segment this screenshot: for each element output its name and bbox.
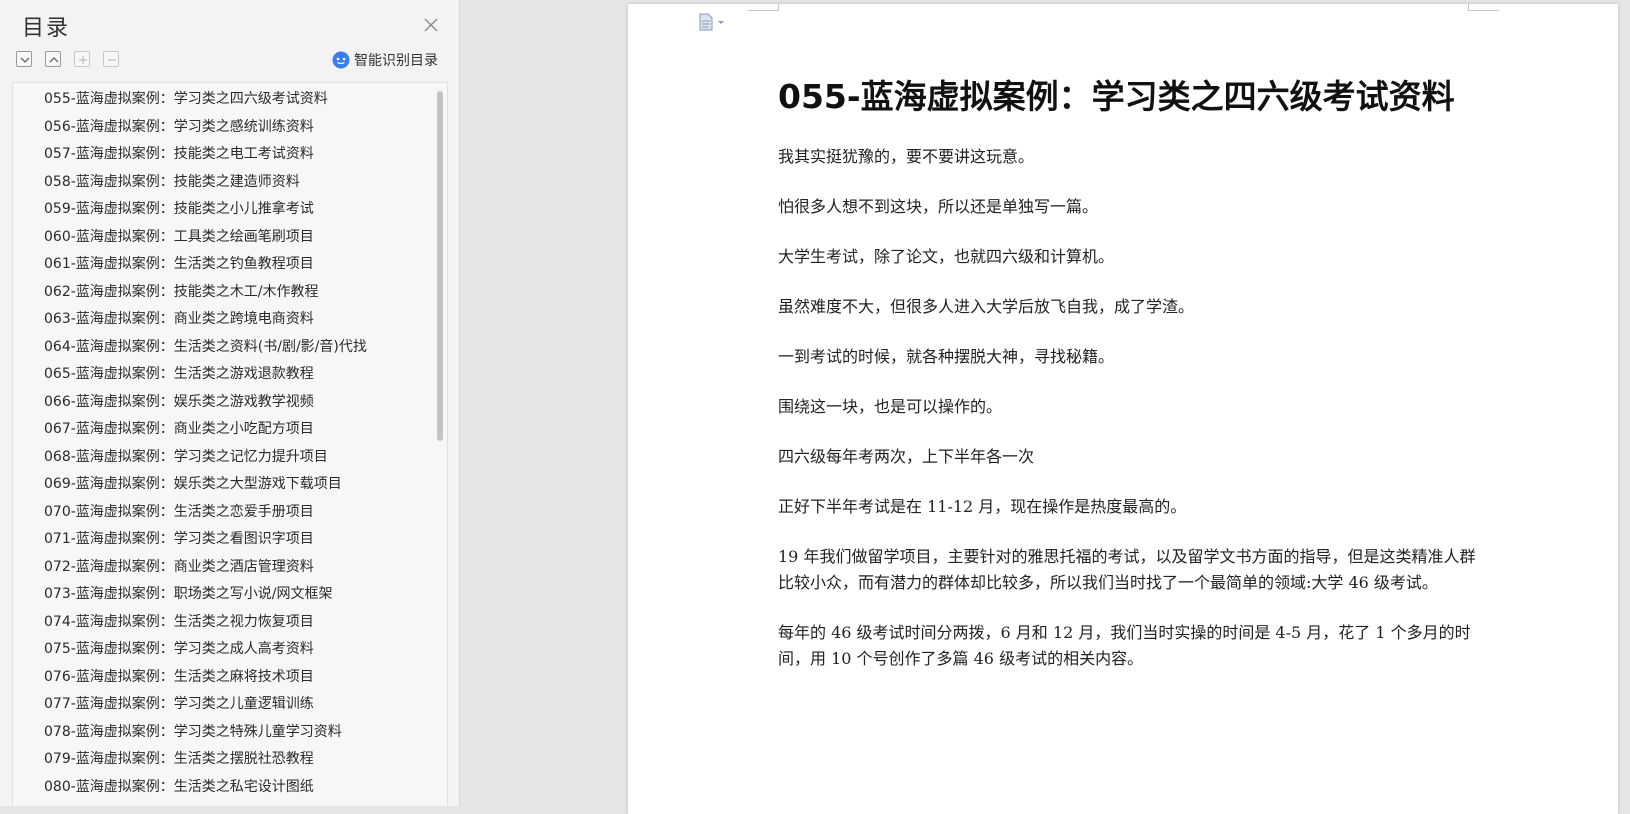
page-corner-mark [1468,4,1499,11]
toc-item[interactable]: 076-蓝海虚拟案例：生活类之麻将技术项目 [13,664,433,692]
toc-panel: 目录 智能识别目录 055-蓝海虚拟案例：学习类之四六级考试资料 056-蓝海虚… [0,0,460,806]
page-corner-mark [748,4,779,11]
toc-item[interactable]: 063-蓝海虚拟案例：商业类之跨境电商资料 [13,306,433,334]
toc-title: 目录 [22,16,71,41]
toc-list: 055-蓝海虚拟案例：学习类之四六级考试资料 056-蓝海虚拟案例：学习类之感统训… [13,86,433,801]
toc-item[interactable]: 056-蓝海虚拟案例：学习类之感统训练资料 [13,114,433,142]
toc-item[interactable]: 059-蓝海虚拟案例：技能类之小儿推拿考试 [13,196,433,224]
doc-nav-button[interactable] [696,12,732,32]
document-paragraph: 一到考试的时候，就各种摆脱大神，寻找秘籍。 [778,347,1115,366]
document-paragraph: 大学生考试，除了论文，也就四六级和计算机。 [778,247,1115,266]
document-paragraph: 怕很多人想不到这块，所以还是单独写一篇。 [778,197,1099,216]
toc-item[interactable]: 075-蓝海虚拟案例：学习类之成人高考资料 [13,636,433,664]
toc-item[interactable]: 067-蓝海虚拟案例：商业类之小吃配方项目 [13,416,433,444]
document-paragraph: 正好下半年考试是在 11-12 月，现在操作是热度最高的。 [778,497,1187,516]
toc-item[interactable]: 080-蓝海虚拟案例：生活类之私宅设计图纸 [13,774,433,802]
toc-item[interactable]: 065-蓝海虚拟案例：生活类之游戏退款教程 [13,361,433,389]
toc-item[interactable]: 058-蓝海虚拟案例：技能类之建造师资料 [13,169,433,197]
document-paragraph: 我其实挺犹豫的，要不要讲这玩意。 [778,147,1035,166]
minus-icon [108,59,116,61]
document-paragraphs: 我其实挺犹豫的，要不要讲这玩意。怕很多人想不到这块，所以还是单独写一篇。 大学生考… [778,144,1478,672]
toc-list-container: 055-蓝海虚拟案例：学习类之四六级考试资料 056-蓝海虚拟案例：学习类之感统训… [12,82,448,806]
collapse-all-button[interactable] [45,51,61,67]
chevron-up-icon [49,57,59,63]
toc-item[interactable]: 064-蓝海虚拟案例：生活类之资料(书/剧/影/音)代找 [13,334,433,362]
smart-toc-button[interactable]: 智能识别目录 [332,49,438,71]
document-paragraph: 四六级每年考两次，上下半年各一次 [778,447,1035,466]
toc-item[interactable]: 077-蓝海虚拟案例：学习类之儿童逻辑训练 [13,691,433,719]
toc-scroll-thumb[interactable] [437,91,443,441]
toc-item[interactable]: 061-蓝海虚拟案例：生活类之钓鱼教程项目 [13,251,433,279]
smart-toc-label: 智能识别目录 [354,53,438,69]
add-level-button[interactable] [74,51,90,67]
toc-item[interactable]: 068-蓝海虚拟案例：学习类之记忆力提升项目 [13,444,433,472]
toc-item[interactable]: 069-蓝海虚拟案例：娱乐类之大型游戏下载项目 [13,471,433,499]
document-paragraph: 围绕这一块，也是可以操作的。 [778,397,1003,416]
document-paragraph: 每年的 46 级考试时间分两拨，6 月和 12 月，我们当时实操的时间是 4-5… [778,623,1471,668]
expand-all-button[interactable] [16,51,32,67]
toc-item[interactable]: 071-蓝海虚拟案例：学习类之看图识字项目 [13,526,433,554]
remove-level-button[interactable] [103,51,119,67]
toc-item[interactable]: 074-蓝海虚拟案例：生活类之视力恢复项目 [13,609,433,637]
document-title: 055-蓝海虚拟案例：学习类之四六级考试资料 [778,77,1455,116]
toc-item[interactable]: 072-蓝海虚拟案例：商业类之酒店管理资料 [13,554,433,582]
toc-item[interactable]: 070-蓝海虚拟案例：生活类之恋爱手册项目 [13,499,433,527]
toc-item[interactable]: 055-蓝海虚拟案例：学习类之四六级考试资料 [13,86,433,114]
toc-scrollbar[interactable] [433,83,447,806]
toc-item[interactable]: 062-蓝海虚拟案例：技能类之木工/木作教程 [13,279,433,307]
document-paragraph: 19 年我们做留学项目，主要针对的雅思托福的考试，以及留学文书方面的指导，但是这… [778,547,1476,592]
toc-item[interactable]: 073-蓝海虚拟案例：职场类之写小说/网文框架 [13,581,433,609]
document-body: 055-蓝海虚拟案例：学习类之四六级考试资料 我其实挺犹豫的，要不要讲这玩意。怕… [778,66,1478,696]
toc-item[interactable]: 060-蓝海虚拟案例：工具类之绘画笔刷项目 [13,224,433,252]
chevron-down-icon [20,57,30,63]
toc-item[interactable]: 057-蓝海虚拟案例：技能类之电工考试资料 [13,141,433,169]
toc-item[interactable]: 079-蓝海虚拟案例：生活类之摆脱社恐教程 [13,746,433,774]
plus-icon [79,56,87,64]
toc-item[interactable]: 078-蓝海虚拟案例：学习类之特殊儿童学习资料 [13,719,433,747]
document-paragraph: 虽然难度不大，但很多人进入大学后放飞自我，成了学渣。 [778,297,1195,316]
document-icon [699,13,724,31]
toc-item[interactable]: 066-蓝海虚拟案例：娱乐类之游戏教学视频 [13,389,433,417]
smart-recognize-icon [332,51,350,69]
document-page: 055-蓝海虚拟案例：学习类之四六级考试资料 我其实挺犹豫的，要不要讲这玩意。怕… [628,4,1618,814]
close-icon[interactable] [420,14,442,36]
